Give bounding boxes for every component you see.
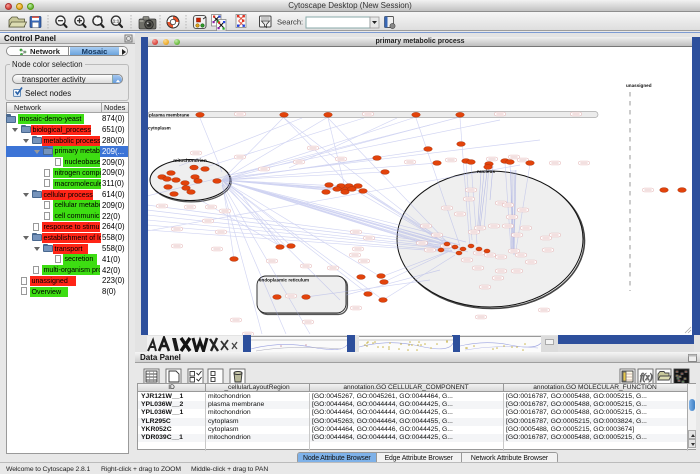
svg-text:nucleus: nucleus	[477, 169, 495, 175]
svg-text:endoplasmic reticulum: endoplasmic reticulum	[259, 278, 309, 283]
svg-text:plasma membrane: plasma membrane	[149, 112, 190, 117]
svg-text:mitochondrion: mitochondrion	[173, 158, 207, 164]
svg-text:Search:: Search:	[277, 18, 303, 27]
svg-text:cytoplasm: cytoplasm	[148, 126, 171, 131]
svg-text:f(x): f(x)	[640, 372, 653, 382]
svg-text:unassigned: unassigned	[626, 83, 652, 88]
